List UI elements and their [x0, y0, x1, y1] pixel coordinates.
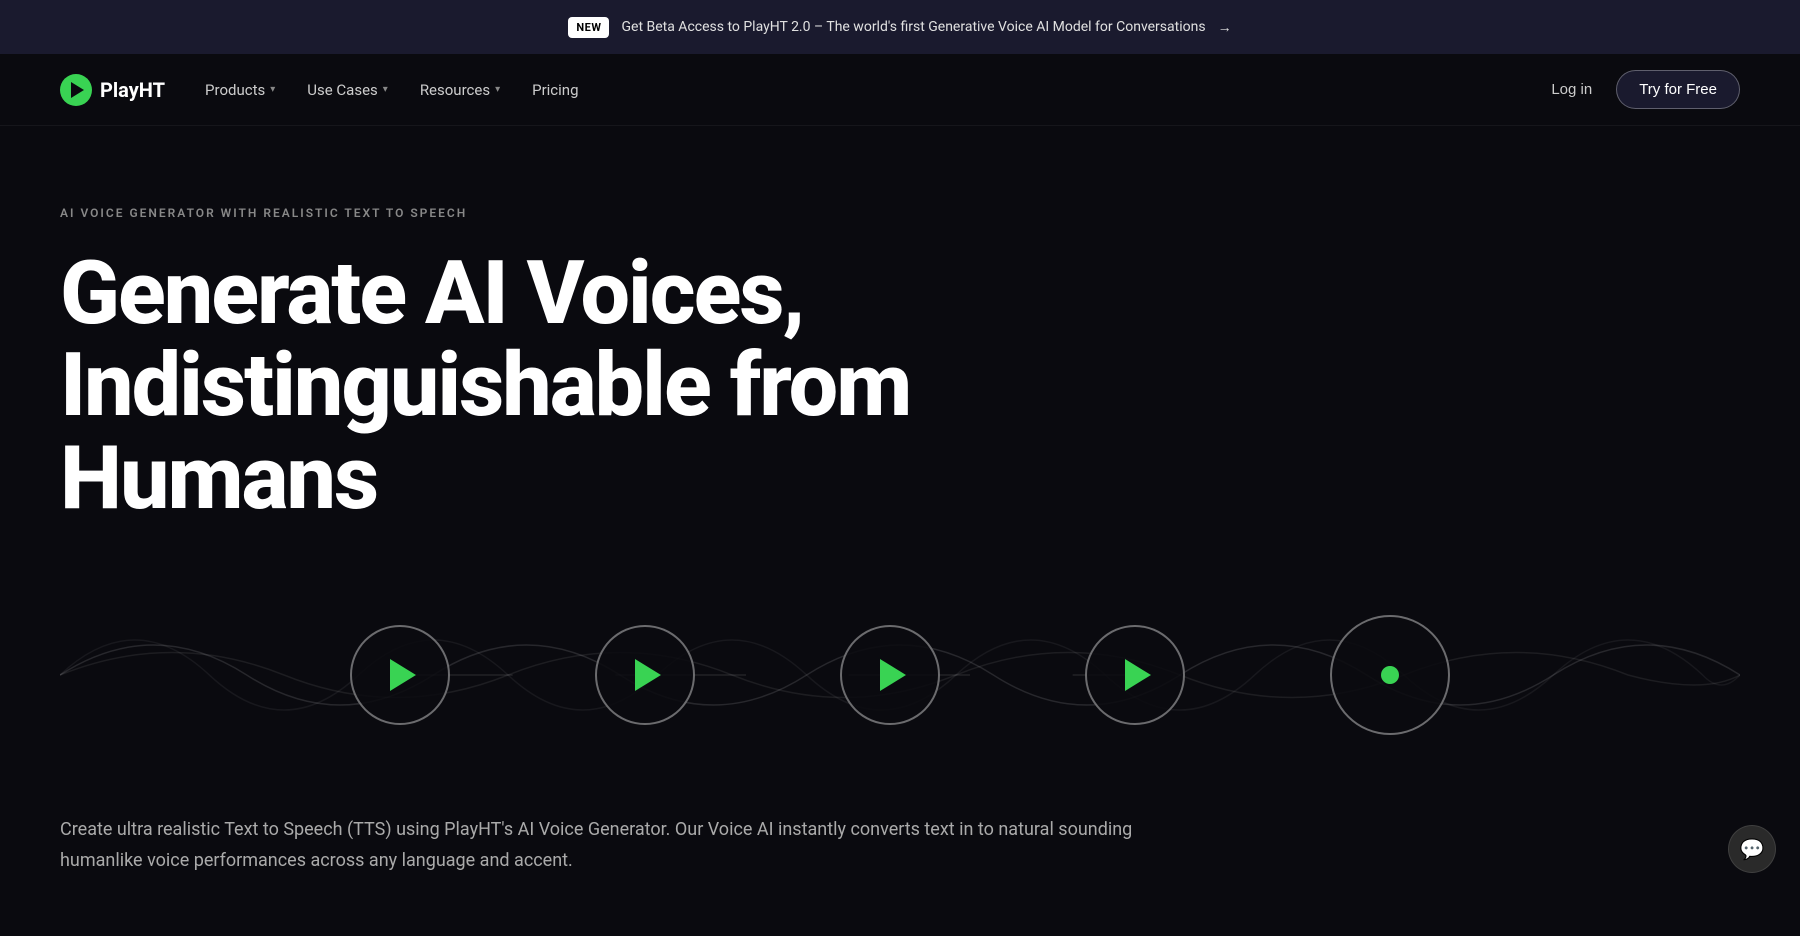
hero-title-line2: Indistinguishable from Humans: [60, 334, 910, 529]
play-icon-2: [635, 659, 661, 691]
nav-item-products[interactable]: Products ▾: [205, 73, 275, 107]
hero-section: AI VOICE GENERATOR WITH REALISTIC TEXT T…: [0, 126, 1800, 936]
nav-label-pricing: Pricing: [532, 81, 578, 99]
player-button-2[interactable]: [595, 625, 695, 725]
player-button-5[interactable]: [1330, 615, 1450, 735]
navbar: PlayHT Products ▾ Use Cases ▾ Resources …: [0, 54, 1800, 126]
hero-title: Generate AI Voices, Indistinguishable fr…: [60, 248, 1160, 525]
nav-label-usecases: Use Cases: [307, 81, 378, 99]
chevron-down-icon-resources: ▾: [495, 84, 500, 95]
nav-item-usecases[interactable]: Use Cases ▾: [307, 73, 388, 107]
play-icon-1: [390, 659, 416, 691]
logo-icon: [60, 74, 92, 106]
play-icon-3: [880, 659, 906, 691]
nav-links: Products ▾ Use Cases ▾ Resources ▾ Prici…: [205, 73, 578, 107]
dot-icon-5: [1381, 666, 1399, 684]
logo[interactable]: PlayHT: [60, 74, 165, 106]
top-banner[interactable]: NEW Get Beta Access to PlayHT 2.0 – The …: [0, 0, 1800, 54]
play-icon: [71, 82, 84, 98]
nav-item-pricing[interactable]: Pricing: [532, 73, 578, 107]
chevron-down-icon-usecases: ▾: [383, 84, 388, 95]
try-free-button[interactable]: Try for Free: [1616, 70, 1740, 109]
hero-description: Create ultra realistic Text to Speech (T…: [60, 815, 1180, 876]
navbar-right: Log in Try for Free: [1551, 70, 1740, 109]
players-row: [350, 615, 1450, 735]
new-badge: NEW: [568, 17, 609, 38]
chat-icon: 💬: [1740, 837, 1765, 861]
nav-item-resources[interactable]: Resources ▾: [420, 73, 500, 107]
hero-eyebrow: AI VOICE GENERATOR WITH REALISTIC TEXT T…: [60, 206, 1740, 220]
player-button-4[interactable]: [1085, 625, 1185, 725]
banner-arrow: →: [1218, 19, 1232, 36]
banner-text: Get Beta Access to PlayHT 2.0 – The worl…: [621, 19, 1205, 35]
play-icon-4: [1125, 659, 1151, 691]
nav-label-resources: Resources: [420, 81, 490, 99]
chevron-down-icon-products: ▾: [270, 84, 275, 95]
chat-widget[interactable]: 💬: [1728, 825, 1776, 873]
nav-label-products: Products: [205, 81, 265, 99]
navbar-left: PlayHT Products ▾ Use Cases ▾ Resources …: [60, 73, 579, 107]
player-section: [60, 585, 1740, 765]
hero-title-line1: Generate AI Voices,: [60, 242, 803, 345]
player-button-1[interactable]: [350, 625, 450, 725]
player-button-3[interactable]: [840, 625, 940, 725]
logo-text: PlayHT: [100, 78, 165, 102]
login-button[interactable]: Log in: [1551, 81, 1592, 98]
